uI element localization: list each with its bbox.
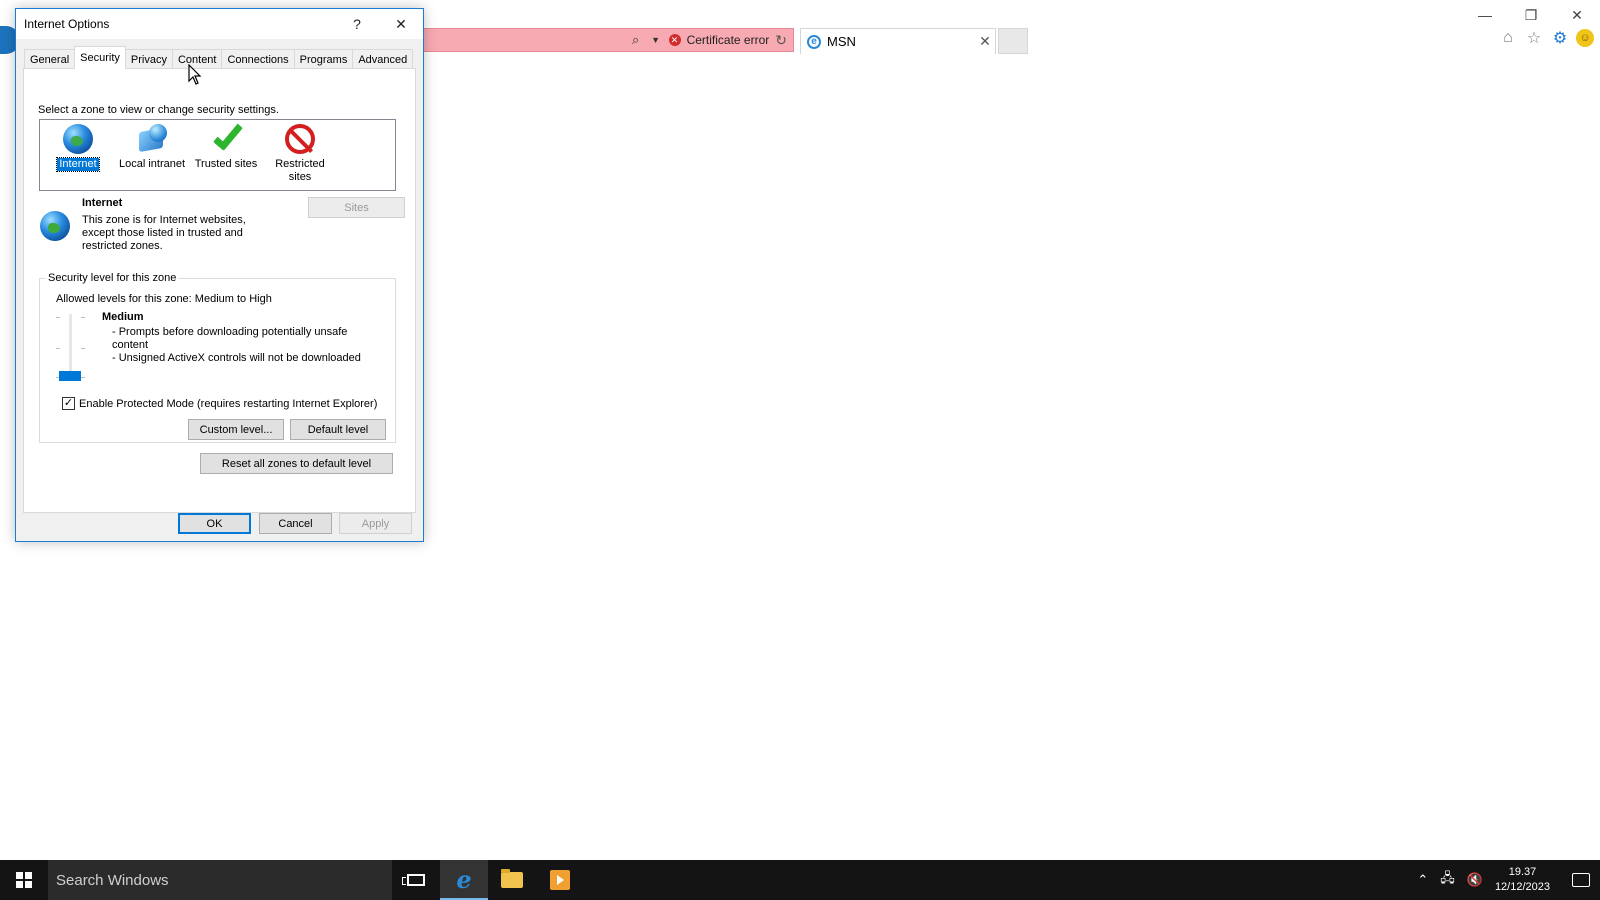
certificate-error-label[interactable]: Certificate error xyxy=(687,33,770,47)
security-level-group: Security level for this zone Allowed lev… xyxy=(39,272,396,443)
protected-mode-checkbox[interactable]: ✓ xyxy=(62,397,75,410)
help-button[interactable]: ? xyxy=(335,9,379,39)
feedback-smiley-icon[interactable]: ☺ xyxy=(1576,29,1594,47)
task-view-icon xyxy=(402,874,425,886)
zone-restricted-sites[interactable]: Restricted sites xyxy=(260,122,340,184)
gear-icon[interactable]: ⚙ xyxy=(1550,28,1570,48)
security-level-legend: Security level for this zone xyxy=(46,272,179,284)
task-view-button[interactable] xyxy=(392,860,440,900)
allowed-levels-text: Allowed levels for this zone: Medium to … xyxy=(56,293,272,305)
protected-mode-label[interactable]: Enable Protected Mode (requires restarti… xyxy=(79,398,377,410)
custom-level-button[interactable]: Custom level... xyxy=(188,419,284,440)
zone-description: This zone is for Internet websites, exce… xyxy=(82,214,246,252)
home-icon[interactable]: ⌂ xyxy=(1498,28,1518,48)
close-tab-icon[interactable]: ✕ xyxy=(975,33,995,50)
restore-button[interactable]: ❐ xyxy=(1508,0,1554,30)
security-tab-panel: Select a zone to view or change security… xyxy=(23,68,416,513)
tab-general[interactable]: General xyxy=(24,49,76,69)
level-name: Medium xyxy=(102,311,144,323)
level-point: - Prompts before downloading potentially… xyxy=(112,326,348,351)
checkmark-icon xyxy=(212,119,244,151)
tab-advanced[interactable]: Advanced xyxy=(352,49,414,69)
media-player-icon xyxy=(550,870,570,890)
default-level-button[interactable]: Default level xyxy=(290,419,386,440)
zone-name: Internet xyxy=(82,197,123,209)
clock-date: 12/12/2023 xyxy=(1494,881,1550,893)
system-tray: ⌃ 🖧 🔇 19.37 12/12/2023 xyxy=(1417,865,1600,895)
zone-internet[interactable]: Internet xyxy=(38,122,118,172)
taskbar-file-explorer[interactable] xyxy=(488,860,536,900)
sites-button[interactable]: Sites xyxy=(308,197,405,218)
level-description: - Prompts before downloading potentially… xyxy=(112,326,362,365)
globe-icon xyxy=(40,211,70,241)
globe-icon xyxy=(63,124,93,154)
window-controls: — ❐ ✕ xyxy=(1462,0,1600,30)
network-icon[interactable]: 🖧 xyxy=(1440,869,1455,891)
zone-label: Restricted sites xyxy=(275,158,325,183)
dropdown-arrow-icon[interactable]: ▼ xyxy=(649,33,663,47)
clock-time: 19.37 xyxy=(1508,866,1537,878)
start-button[interactable] xyxy=(0,860,48,900)
protected-mode-option[interactable]: ✓ Enable Protected Mode (requires restar… xyxy=(62,397,377,410)
tab-privacy[interactable]: Privacy xyxy=(124,49,173,69)
taskbar-internet-explorer[interactable]: e xyxy=(440,860,488,900)
search-icon[interactable]: ⌕ xyxy=(629,32,643,47)
dialog-title: Internet Options xyxy=(24,17,110,31)
favorites-star-icon[interactable]: ☆ xyxy=(1524,28,1544,48)
reset-all-zones-button[interactable]: Reset all zones to default level xyxy=(200,453,393,474)
browser-tab-msn[interactable]: e MSN ✕ xyxy=(800,28,996,54)
security-slider-thumb[interactable] xyxy=(59,371,81,381)
dialog-titlebar: Internet Options ? ✕ xyxy=(16,9,423,39)
zone-info: Internet This zone is for Internet websi… xyxy=(38,197,408,257)
volume-muted-icon[interactable]: 🔇 xyxy=(1467,872,1483,888)
zone-local-intranet[interactable]: Local intranet xyxy=(112,122,192,171)
cancel-button[interactable]: Cancel xyxy=(259,513,332,534)
restricted-icon xyxy=(285,124,315,154)
internet-options-dialog: Internet Options ? ✕ General Security Pr… xyxy=(15,8,424,542)
mouse-cursor-icon xyxy=(188,64,202,85)
close-window-button[interactable]: ✕ xyxy=(1554,0,1600,30)
zone-label: Local intranet xyxy=(118,158,186,170)
folder-icon xyxy=(501,869,523,888)
level-point: - Unsigned ActiveX controls will not be … xyxy=(112,352,361,364)
internet-explorer-icon: e xyxy=(456,864,472,894)
action-center-icon[interactable] xyxy=(1572,873,1590,887)
show-hidden-icons-chevron-icon[interactable]: ⌃ xyxy=(1417,872,1428,888)
zone-trusted-sites[interactable]: Trusted sites xyxy=(186,119,266,171)
taskbar-media-player[interactable] xyxy=(536,860,584,900)
tab-security[interactable]: Security xyxy=(74,46,126,69)
zone-label: Trusted sites xyxy=(194,158,258,170)
certificate-error-icon[interactable]: ✕ xyxy=(668,34,681,46)
minimize-button[interactable]: — xyxy=(1462,0,1508,30)
browser-toolbar: ⌂ ☆ ⚙ ☺ xyxy=(1498,28,1594,48)
zone-label: Internet xyxy=(56,157,100,172)
tab-programs[interactable]: Programs xyxy=(293,49,354,69)
tab-connections[interactable]: Connections xyxy=(221,49,295,69)
apply-button[interactable]: Apply xyxy=(339,513,412,534)
ie-favicon-icon: e xyxy=(807,34,821,49)
dialog-tabs: General Security Privacy Content Connect… xyxy=(24,46,414,69)
taskbar-search-box[interactable]: Search Windows xyxy=(48,860,392,900)
dialog-close-button[interactable]: ✕ xyxy=(379,9,423,39)
zone-list: Internet Local intranet Trusted sites Re… xyxy=(39,119,396,191)
zone-intro-text: Select a zone to view or change security… xyxy=(38,104,279,116)
taskbar: Search Windows e ⌃ 🖧 🔇 19.37 12/12/2023 xyxy=(0,860,1600,900)
address-bar-status[interactable]: ⌕ ▼ ✕ Certificate error ↻ xyxy=(420,28,794,52)
browser-tab-label: MSN xyxy=(827,34,856,49)
refresh-icon[interactable]: ↻ xyxy=(775,32,787,49)
windows-logo-icon xyxy=(16,872,32,888)
ok-button[interactable]: OK xyxy=(178,513,251,534)
clock[interactable]: 19.37 12/12/2023 xyxy=(1495,865,1550,895)
new-tab-button[interactable] xyxy=(998,28,1028,54)
